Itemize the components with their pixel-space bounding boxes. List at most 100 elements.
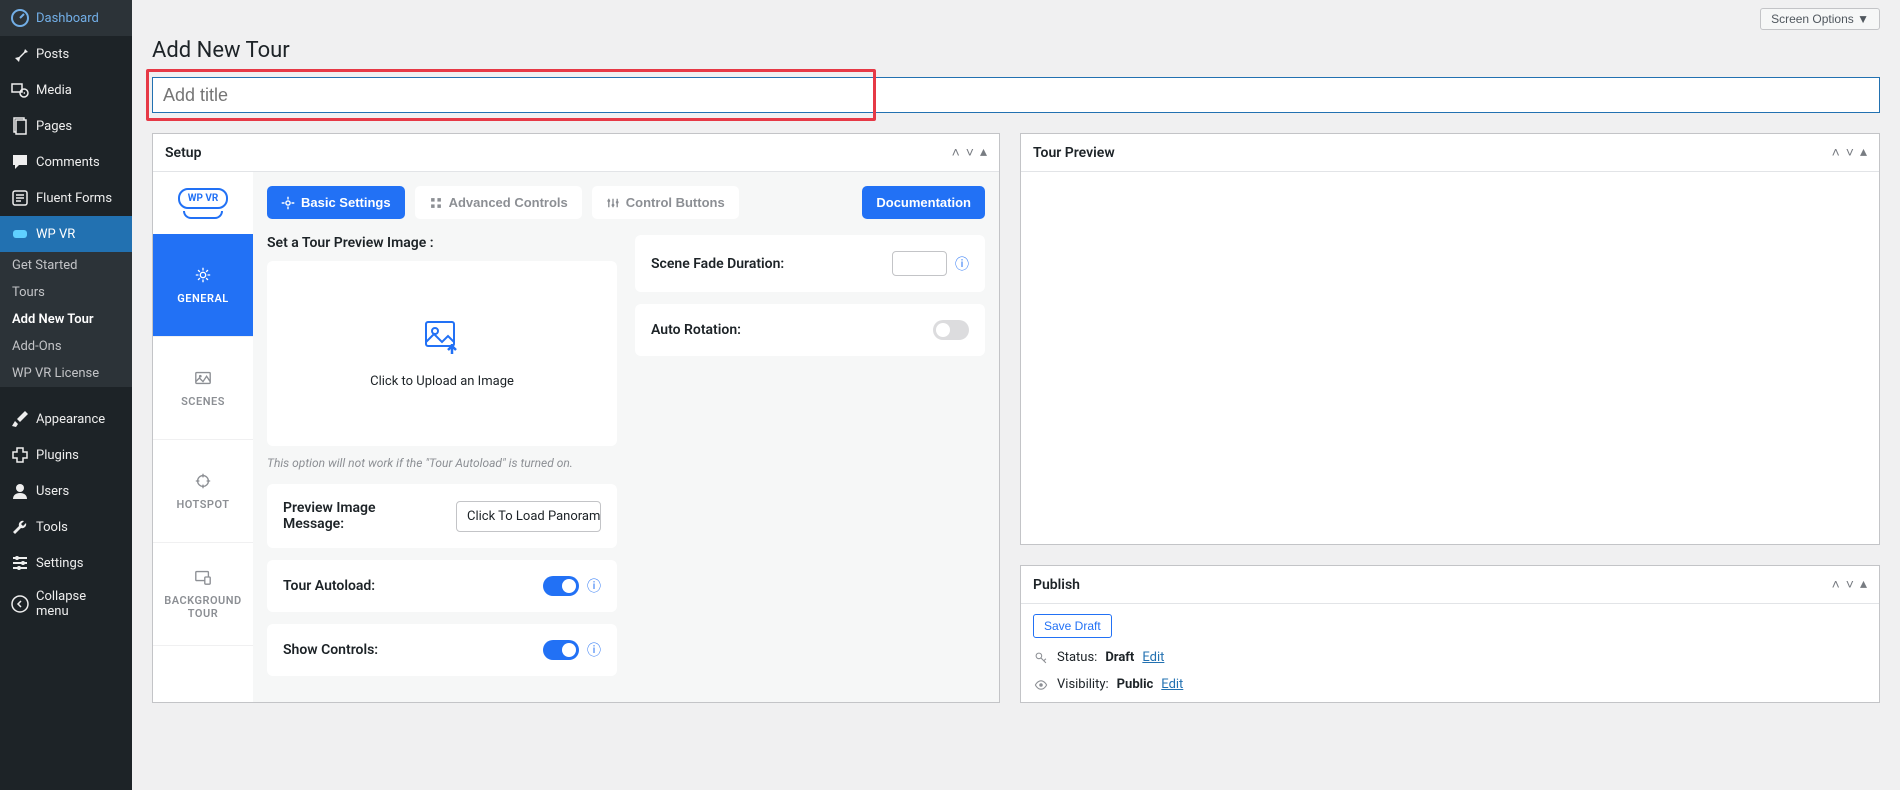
sidebar-item-tools[interactable]: Tools <box>0 509 132 545</box>
user-icon <box>10 481 30 501</box>
save-draft-button[interactable]: Save Draft <box>1033 614 1112 638</box>
gear-icon <box>281 196 295 210</box>
target-icon <box>194 472 212 490</box>
button-label: Advanced Controls <box>449 195 568 210</box>
sidebar-label: Posts <box>36 47 69 62</box>
show-controls-label: Show Controls: <box>283 642 378 658</box>
autoload-toggle[interactable] <box>543 576 579 596</box>
sidebar-item-settings[interactable]: Settings <box>0 545 132 581</box>
sidebar-item-appearance[interactable]: Appearance <box>0 401 132 437</box>
chevron-up-icon[interactable]: ˄ <box>952 144 960 161</box>
media-icon <box>10 80 30 100</box>
sidebar-item-users[interactable]: Users <box>0 473 132 509</box>
sidebar-item-dashboard[interactable]: Dashboard <box>0 0 132 36</box>
wpvr-logo-text: WP VR <box>178 188 229 209</box>
autoload-label: Tour Autoload: <box>283 578 375 594</box>
auto-rotation-label: Auto Rotation: <box>651 322 741 338</box>
dashboard-icon <box>10 8 30 28</box>
form-icon <box>10 188 30 208</box>
sidebar-label: Comments <box>36 155 100 170</box>
sidebar-label: WP VR <box>36 227 75 242</box>
title-input[interactable] <box>152 77 1880 113</box>
status-edit-link[interactable]: Edit <box>1142 650 1164 665</box>
screen-options-button[interactable]: Screen Options ▼ <box>1760 8 1880 30</box>
sliders-icon <box>606 196 620 210</box>
autoload-hint: This option will not work if the "Tour A… <box>267 456 617 470</box>
status-label: Status: <box>1057 650 1097 665</box>
sidebar-label: Media <box>36 83 72 98</box>
visibility-value: Public <box>1117 677 1154 692</box>
sidebar-label: Appearance <box>36 412 105 427</box>
auto-rotation-toggle[interactable] <box>933 320 969 340</box>
caret-up-icon[interactable]: ▴ <box>1860 144 1867 161</box>
chevron-down-icon[interactable]: ˅ <box>1846 576 1854 593</box>
documentation-button[interactable]: Documentation <box>862 186 985 219</box>
chevron-down-icon[interactable]: ˅ <box>1846 144 1854 161</box>
control-buttons-button[interactable]: Control Buttons <box>592 186 739 219</box>
visibility-edit-link[interactable]: Edit <box>1161 677 1183 692</box>
screen-options-label: Screen Options <box>1771 12 1854 26</box>
key-icon <box>1033 651 1049 665</box>
info-icon[interactable]: ⓘ <box>955 254 969 274</box>
sidebar-item-collapse[interactable]: Collapse menu <box>0 581 132 627</box>
caret-up-icon[interactable]: ▴ <box>980 144 987 161</box>
device-icon <box>194 568 212 586</box>
sidebar-item-pages[interactable]: Pages <box>0 108 132 144</box>
tab-background-tour[interactable]: BACKGROUND TOUR <box>153 543 253 646</box>
submenu-get-started[interactable]: Get Started <box>0 252 132 279</box>
button-label: Basic Settings <box>301 195 391 210</box>
setup-sidebar: WP VR GENERAL SCENES <box>153 172 253 702</box>
chevron-up-icon[interactable]: ˄ <box>1832 144 1840 161</box>
preview-image-label: Set a Tour Preview Image : <box>267 235 617 251</box>
caret-up-icon[interactable]: ▴ <box>1860 576 1867 593</box>
fade-duration-label: Scene Fade Duration: <box>651 256 784 272</box>
page-icon <box>10 116 30 136</box>
upload-image-box[interactable]: Click to Upload an Image <box>267 261 617 446</box>
brush-icon <box>10 409 30 429</box>
advanced-controls-button[interactable]: Advanced Controls <box>415 186 582 219</box>
admin-sidebar: Dashboard Posts Media Pages Comments Flu… <box>0 0 132 790</box>
setup-metabox: Setup ˄ ˅ ▴ WP VR <box>152 133 1000 703</box>
basic-settings-button[interactable]: Basic Settings <box>267 186 405 219</box>
sidebar-label: Users <box>36 484 69 499</box>
tab-label: GENERAL <box>177 292 228 305</box>
tab-label: SCENES <box>181 395 225 408</box>
image-icon <box>194 369 212 387</box>
submenu-license[interactable]: WP VR License <box>0 360 132 387</box>
sidebar-item-media[interactable]: Media <box>0 72 132 108</box>
tab-scenes[interactable]: SCENES <box>153 337 253 440</box>
sidebar-item-posts[interactable]: Posts <box>0 36 132 72</box>
plugin-icon <box>10 445 30 465</box>
tab-general[interactable]: GENERAL <box>153 234 253 337</box>
fade-duration-input[interactable] <box>892 251 947 276</box>
collapse-icon <box>10 594 30 614</box>
sidebar-item-fluent-forms[interactable]: Fluent Forms <box>0 180 132 216</box>
submenu-add-new-tour[interactable]: Add New Tour <box>0 306 132 333</box>
eye-icon <box>1033 678 1049 692</box>
sidebar-item-plugins[interactable]: Plugins <box>0 437 132 473</box>
publish-title: Publish <box>1033 577 1080 593</box>
preview-msg-input[interactable]: Click To Load Panorama <box>456 501 601 532</box>
show-controls-toggle[interactable] <box>543 640 579 660</box>
grid-icon <box>429 196 443 210</box>
tab-hotspot[interactable]: HOTSPOT <box>153 440 253 543</box>
sidebar-item-wp-vr[interactable]: WP VR <box>0 216 132 252</box>
tab-label: HOTSPOT <box>176 498 229 511</box>
setup-title: Setup <box>165 145 201 161</box>
tab-label: BACKGROUND TOUR <box>161 594 245 620</box>
publish-metabox: Publish ˄ ˅ ▴ Save Draft Status: Draft <box>1020 565 1880 703</box>
button-label: Documentation <box>876 195 971 210</box>
sidebar-label: Collapse menu <box>36 589 122 619</box>
comment-icon <box>10 152 30 172</box>
info-icon[interactable]: ⓘ <box>587 576 601 596</box>
wpvr-icon <box>10 224 30 244</box>
submenu-tours[interactable]: Tours <box>0 279 132 306</box>
sidebar-submenu: Get Started Tours Add New Tour Add-Ons W… <box>0 252 132 387</box>
button-label: Control Buttons <box>626 195 725 210</box>
chevron-up-icon[interactable]: ˄ <box>1832 576 1840 593</box>
chevron-down-icon[interactable]: ˅ <box>966 144 974 161</box>
info-icon[interactable]: ⓘ <box>587 640 601 660</box>
sidebar-item-comments[interactable]: Comments <box>0 144 132 180</box>
tour-preview-body <box>1021 172 1879 544</box>
submenu-add-ons[interactable]: Add-Ons <box>0 333 132 360</box>
